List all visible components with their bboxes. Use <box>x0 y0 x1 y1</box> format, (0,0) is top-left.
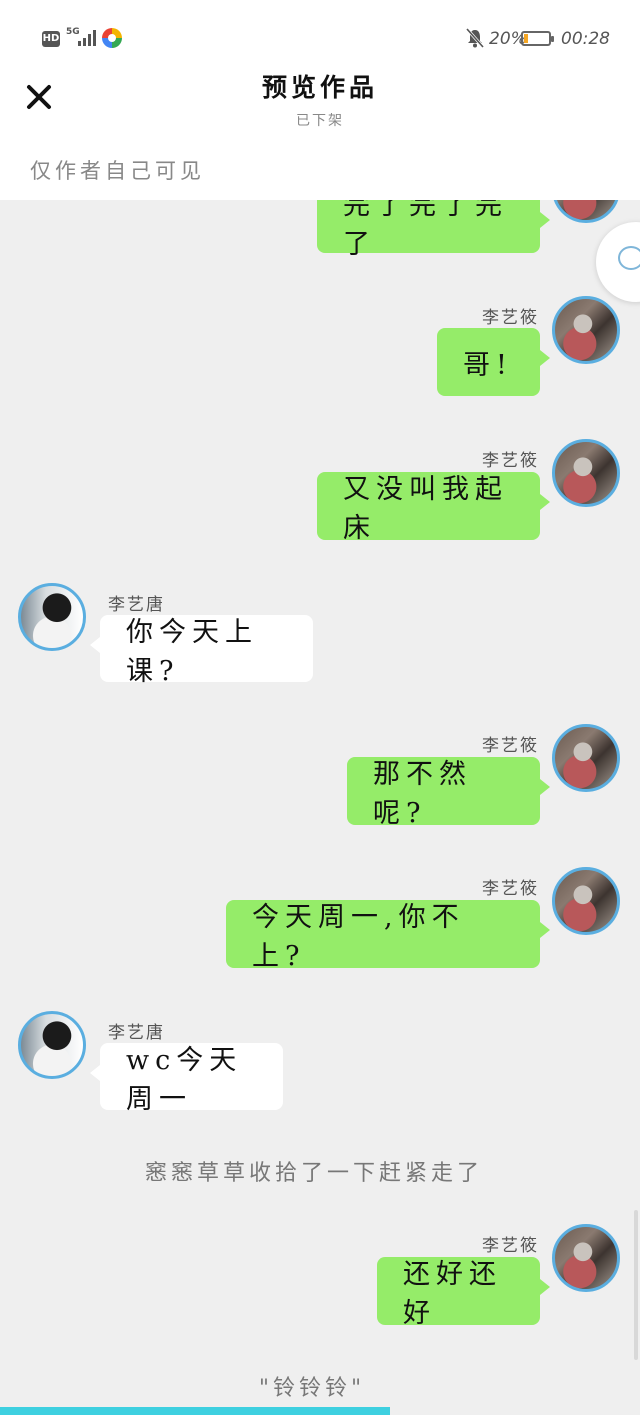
battery-fill <box>524 34 528 43</box>
avatar <box>552 867 620 935</box>
status-bar: HD 5G 20% 00:28 <box>0 0 640 78</box>
chat-bubble: 那不然呢? <box>347 757 550 829</box>
chat-bubble: 今天周一,你不上? <box>226 900 550 972</box>
clock: 00:28 <box>561 29 610 49</box>
avatar <box>552 439 620 507</box>
chat-bubble: 又没叫我起床 <box>317 472 550 544</box>
chat-bubble-icon[interactable] <box>596 222 640 302</box>
narration-text: 窸窸草草收拾了一下赶紧走了 <box>144 1161 483 1186</box>
avatar <box>18 1011 86 1079</box>
avatar <box>552 200 620 223</box>
scrollbar[interactable] <box>634 1210 638 1360</box>
avatar <box>18 583 86 651</box>
chat-bubble: 完了完了完了 <box>317 200 550 260</box>
visibility-note: 仅作者自己可见 <box>30 159 205 183</box>
chat-bubble: wc今天周一 <box>90 1043 283 1115</box>
chat-bubble: 还好还好 <box>377 1257 550 1329</box>
bell-muted-icon <box>466 28 484 48</box>
narration-text: "铃铃铃" <box>258 1376 366 1401</box>
avatar <box>552 1224 620 1292</box>
sender-name: 李艺筱 <box>482 308 539 328</box>
signal-icon <box>78 30 98 46</box>
chat-area[interactable]: 完了完了完了 李艺筱 哥! 李艺筱 又没叫我起床 李艺唐 你今天上课? 李艺筱 … <box>0 200 640 1415</box>
chat-bubble: 哥! <box>437 328 550 396</box>
hd-badge: HD <box>42 31 60 47</box>
page-title: 预览作品 <box>261 73 378 102</box>
battery-icon <box>521 31 554 46</box>
page-subtitle: 已下架 <box>296 113 344 129</box>
app-notification-icon <box>102 28 122 48</box>
avatar <box>552 296 620 364</box>
avatar <box>552 724 620 792</box>
reading-progress-bar <box>0 1407 390 1415</box>
chat-bubble: 你今天上课? <box>90 615 313 687</box>
